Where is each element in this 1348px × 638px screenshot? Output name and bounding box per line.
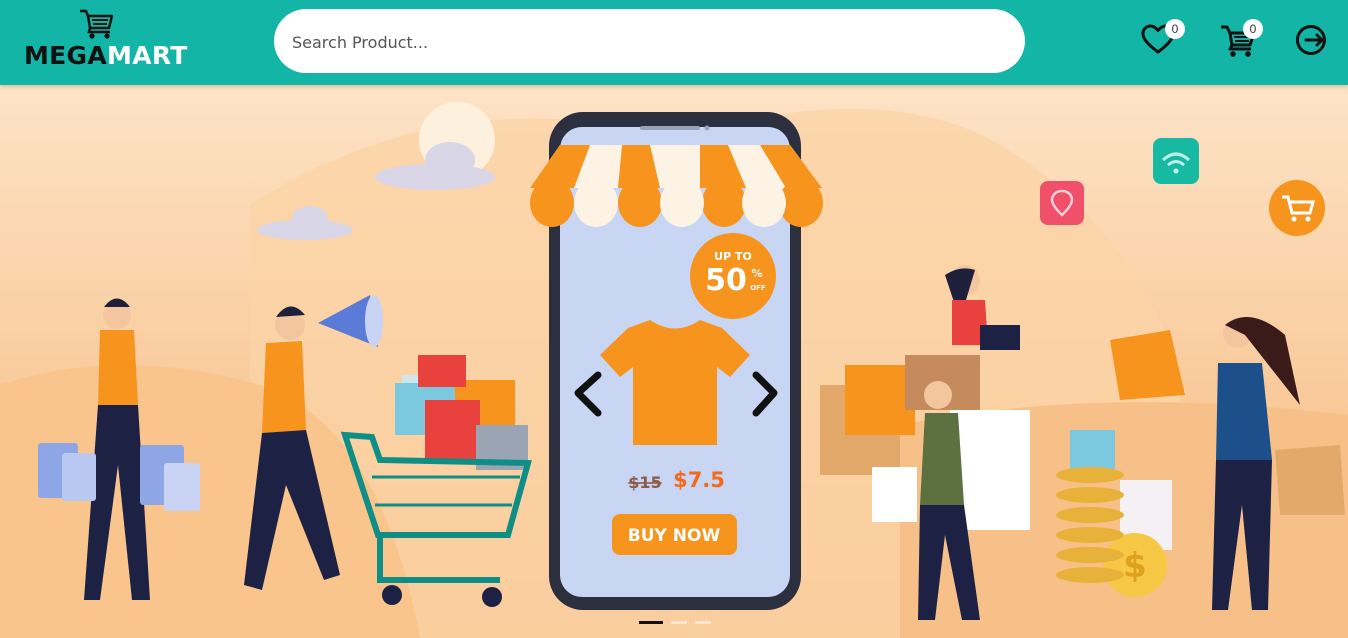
carousel-indicators bbox=[639, 621, 711, 625]
svg-text:$: $ bbox=[1123, 546, 1147, 586]
top-header: MEGAMART 0 0 bbox=[0, 0, 1348, 85]
discount-value: 50 bbox=[705, 263, 747, 298]
wifi-icon bbox=[1153, 138, 1199, 184]
buy-now-label: BUY NOW bbox=[628, 526, 721, 546]
carousel-dot-1[interactable] bbox=[639, 621, 663, 624]
discount-prefix: UP TO bbox=[714, 250, 752, 263]
brand-name-part1: MEGA bbox=[24, 41, 108, 70]
cart-count-badge: 0 bbox=[1243, 19, 1263, 39]
carousel-dot-3[interactable] bbox=[695, 621, 711, 624]
brand-name: MEGAMART bbox=[24, 42, 188, 70]
discount-off: OFF bbox=[750, 284, 766, 292]
search-input[interactable] bbox=[290, 9, 994, 75]
hero-banner[interactable]: UP TO 50 % OFF $15 $7.5 BUY NOW $ bbox=[0, 85, 1348, 638]
search-box bbox=[274, 9, 1025, 75]
hero-illustration: UP TO 50 % OFF $15 $7.5 BUY NOW $ bbox=[0, 85, 1348, 638]
brand-name-part2: MART bbox=[107, 41, 188, 70]
brand-logo[interactable]: MEGAMART bbox=[24, 8, 187, 72]
cart-button[interactable]: 0 bbox=[1218, 19, 1263, 60]
carousel-dot-2[interactable] bbox=[671, 621, 687, 624]
old-price: $15 bbox=[628, 473, 661, 492]
wishlist-count-badge: 0 bbox=[1165, 19, 1185, 39]
wishlist-button[interactable]: 0 bbox=[1138, 19, 1185, 60]
location-pin-icon bbox=[1040, 181, 1084, 225]
logout-button[interactable] bbox=[1294, 20, 1334, 60]
round-cart-icon bbox=[1269, 180, 1325, 236]
new-price: $7.5 bbox=[673, 468, 725, 492]
discount-unit: % bbox=[751, 267, 762, 280]
smartphone-illustration: UP TO 50 % OFF $15 $7.5 BUY NOW bbox=[530, 112, 823, 610]
logout-icon bbox=[1296, 25, 1326, 55]
shopping-cart-icon bbox=[80, 9, 114, 39]
